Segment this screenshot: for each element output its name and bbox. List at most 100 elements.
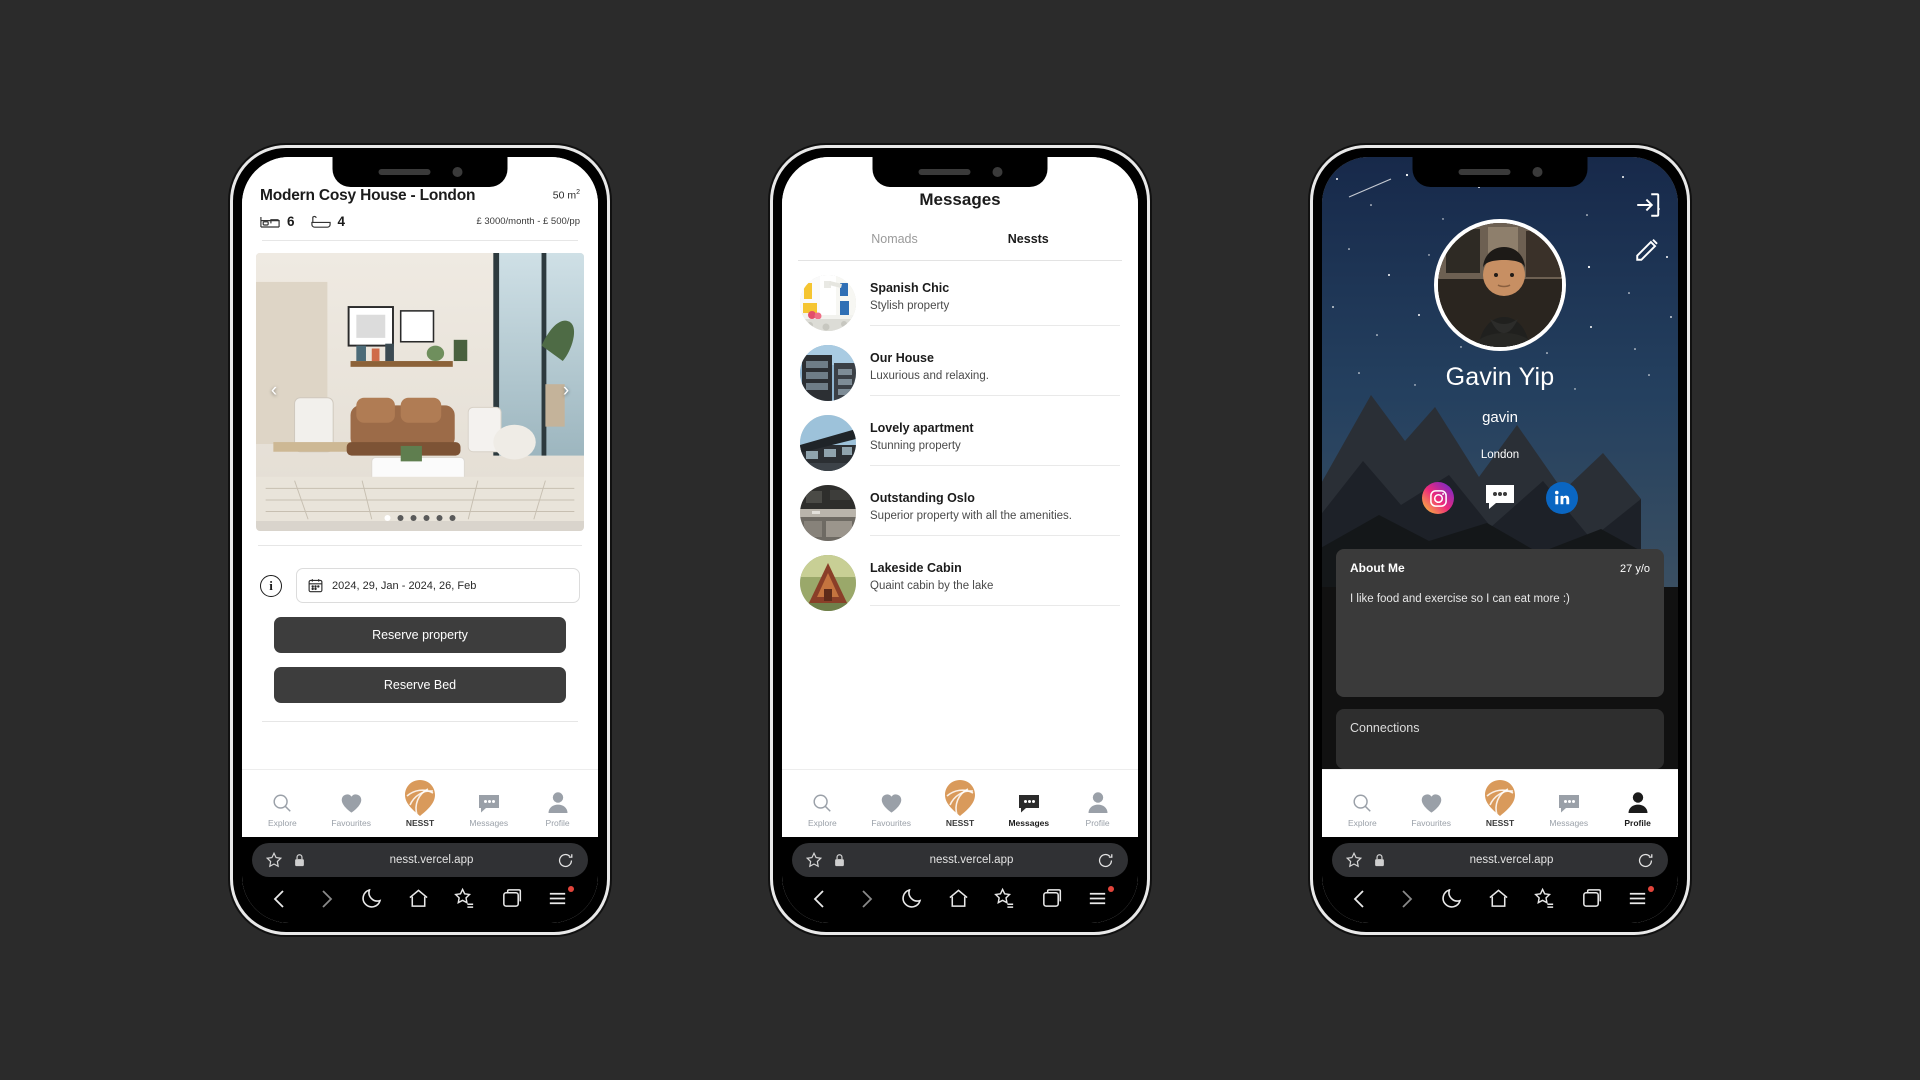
browser-chrome: nesst.vercel.app: [1322, 837, 1678, 923]
logout-icon[interactable]: [1634, 191, 1662, 219]
home-icon[interactable]: [947, 887, 973, 913]
nav-label-profile: Profile: [1085, 818, 1110, 828]
bookmarks-icon[interactable]: [993, 887, 1019, 913]
nav-item-profile[interactable]: Profile: [1068, 788, 1128, 828]
volume-up-button[interactable]: [230, 338, 232, 396]
nav-item-messages[interactable]: Messages: [1539, 788, 1599, 828]
nav-item-profile[interactable]: Profile: [528, 788, 588, 828]
nav-item-nesst[interactable]: NESST: [930, 778, 990, 828]
carousel-dot[interactable]: [436, 515, 443, 521]
nav-item-nesst[interactable]: NESST: [390, 778, 450, 828]
earpiece-speaker: [378, 169, 430, 175]
reload-icon[interactable]: [557, 852, 574, 869]
list-item[interactable]: Lakeside Cabin Quaint cabin by the lake: [798, 541, 1122, 611]
moon-icon[interactable]: [361, 887, 387, 913]
back-arrow-icon[interactable]: [808, 887, 834, 913]
menu-icon[interactable]: [1626, 886, 1654, 913]
nav-item-explore[interactable]: Explore: [1332, 788, 1392, 828]
carousel-dot[interactable]: [449, 515, 456, 521]
nav-label-messages: Messages: [469, 818, 509, 828]
nav-item-favourites[interactable]: Favourites: [1401, 788, 1461, 828]
power-button[interactable]: [1148, 363, 1150, 443]
carousel-dot[interactable]: [423, 515, 430, 521]
browser-url-bar[interactable]: nesst.vercel.app: [252, 843, 588, 877]
back-arrow-icon[interactable]: [268, 887, 294, 913]
menu-icon[interactable]: [546, 886, 574, 913]
nav-item-favourites[interactable]: Favourites: [321, 788, 381, 828]
carousel-next-button[interactable]: ›: [555, 381, 577, 403]
profile-location: London: [1480, 449, 1520, 461]
forward-arrow-icon[interactable]: [314, 887, 340, 913]
conversation-name: Spanish Chic: [870, 280, 950, 295]
divider: [262, 721, 578, 722]
star-icon[interactable]: [1346, 852, 1362, 868]
lock-icon: [293, 853, 306, 867]
nav-item-profile[interactable]: Profile: [1608, 788, 1668, 828]
power-button[interactable]: [608, 363, 610, 443]
carousel-dot[interactable]: [384, 515, 391, 521]
tabs-icon[interactable]: [1040, 887, 1066, 913]
nav-item-explore[interactable]: Explore: [792, 788, 852, 828]
volume-down-button[interactable]: [1310, 410, 1312, 468]
list-item[interactable]: Our House Luxurious and relaxing.: [798, 331, 1122, 401]
property-area-unit: 2: [576, 189, 580, 196]
moon-icon[interactable]: [901, 887, 927, 913]
nav-item-messages[interactable]: Messages: [459, 788, 519, 828]
back-arrow-icon[interactable]: [1348, 887, 1374, 913]
home-icon[interactable]: [407, 887, 433, 913]
property-image-carousel[interactable]: ‹ ›: [256, 253, 584, 531]
reload-icon[interactable]: [1637, 852, 1654, 869]
nav-item-nesst[interactable]: NESST: [1470, 778, 1530, 828]
nav-label-favourites: Favourites: [1411, 818, 1452, 828]
mute-switch[interactable]: [230, 278, 232, 312]
forward-arrow-icon[interactable]: [854, 887, 880, 913]
list-item[interactable]: Spanish Chic Stylish property: [798, 261, 1122, 331]
edit-pencil-icon[interactable]: [1634, 235, 1662, 263]
bookmarks-icon[interactable]: [1533, 887, 1559, 913]
phone-screen-property: Modern Cosy House - London 50 m2 6 4 £ 3…: [242, 157, 598, 923]
volume-down-button[interactable]: [770, 410, 772, 468]
carousel-prev-button[interactable]: ‹: [263, 381, 285, 403]
user-avatar[interactable]: [1434, 219, 1566, 351]
menu-icon[interactable]: [1086, 886, 1114, 913]
chat-bubble-icon[interactable]: [1484, 482, 1516, 514]
forward-arrow-icon[interactable]: [1394, 887, 1420, 913]
reload-icon[interactable]: [1097, 852, 1114, 869]
mute-switch[interactable]: [770, 278, 772, 312]
volume-up-button[interactable]: [770, 338, 772, 396]
volume-down-button[interactable]: [230, 410, 232, 468]
browser-url-bar[interactable]: nesst.vercel.app: [1332, 843, 1668, 877]
info-icon[interactable]: i: [260, 574, 282, 597]
linkedin-icon[interactable]: [1546, 482, 1578, 514]
nesst-logo-icon: [943, 778, 977, 818]
instagram-icon[interactable]: [1422, 482, 1454, 514]
connections-panel[interactable]: Connections: [1336, 709, 1664, 769]
reserve-bed-button[interactable]: Reserve Bed: [274, 667, 566, 703]
carousel-dot[interactable]: [397, 515, 404, 521]
volume-up-button[interactable]: [1310, 338, 1312, 396]
list-item[interactable]: Lovely apartment Stunning property: [798, 401, 1122, 471]
home-icon[interactable]: [1487, 887, 1513, 913]
reserve-property-button[interactable]: Reserve property: [274, 617, 566, 653]
nav-item-explore[interactable]: Explore: [252, 788, 312, 828]
mute-switch[interactable]: [1310, 278, 1312, 312]
moon-icon[interactable]: [1441, 887, 1467, 913]
browser-chrome: nesst.vercel.app: [242, 837, 598, 923]
tabs-icon[interactable]: [1580, 887, 1606, 913]
tabs-icon[interactable]: [500, 887, 526, 913]
tab-nessts[interactable]: Nessts: [1008, 232, 1049, 246]
nav-item-messages[interactable]: Messages: [999, 788, 1059, 828]
nav-label-profile: Profile: [1624, 818, 1651, 828]
conversation-name: Outstanding Oslo: [870, 490, 975, 505]
browser-url-bar[interactable]: nesst.vercel.app: [792, 843, 1128, 877]
carousel-dot[interactable]: [410, 515, 417, 521]
nav-item-favourites[interactable]: Favourites: [861, 788, 921, 828]
list-item[interactable]: Outstanding Oslo Superior property with …: [798, 471, 1122, 541]
star-icon[interactable]: [266, 852, 282, 868]
date-range-field[interactable]: 2024, 29, Jan - 2024, 26, Feb: [296, 568, 580, 603]
bookmarks-icon[interactable]: [453, 887, 479, 913]
carousel-dots[interactable]: [384, 515, 456, 521]
tab-nomads[interactable]: Nomads: [871, 232, 918, 246]
star-icon[interactable]: [806, 852, 822, 868]
power-button[interactable]: [1688, 363, 1690, 443]
